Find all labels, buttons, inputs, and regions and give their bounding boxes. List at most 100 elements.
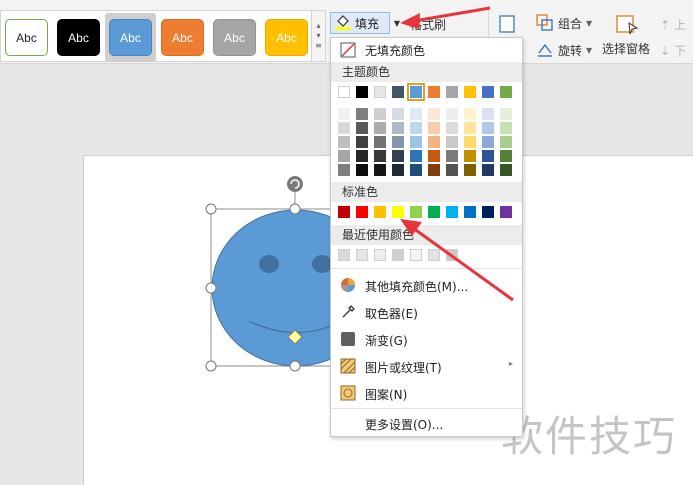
theme-color-swatch[interactable] [428, 86, 440, 98]
theme-shade-swatch[interactable] [410, 150, 422, 162]
theme-shade-swatch[interactable] [356, 164, 368, 176]
rotate-handle[interactable] [287, 176, 303, 192]
theme-shade-swatch[interactable] [500, 136, 512, 148]
theme-shade-swatch[interactable] [482, 122, 494, 134]
theme-shade-swatch[interactable] [356, 122, 368, 134]
theme-shade-swatch[interactable] [428, 122, 440, 134]
recent-color-swatch[interactable] [338, 249, 350, 261]
right-eye [312, 255, 332, 273]
theme-shade-swatch[interactable] [356, 136, 368, 148]
no-fill-icon [340, 42, 356, 58]
theme-shade-swatch[interactable] [482, 150, 494, 162]
theme-shade-swatch[interactable] [464, 150, 476, 162]
resize-handle[interactable] [205, 203, 217, 215]
more-fill-colors-item[interactable]: 其他填充颜色(M)... [331, 274, 522, 296]
theme-color-swatch[interactable] [374, 86, 386, 98]
theme-shade-swatch[interactable] [338, 122, 350, 134]
resize-handle[interactable] [205, 282, 217, 294]
standard-color-swatch[interactable] [482, 206, 494, 218]
theme-color-swatch[interactable] [356, 86, 368, 98]
theme-shade-swatch[interactable] [500, 164, 512, 176]
theme-shade-swatch[interactable] [374, 108, 386, 120]
theme-shade-swatch[interactable] [410, 136, 422, 148]
theme-shade-swatch[interactable] [428, 150, 440, 162]
no-fill-item[interactable]: 无填充颜色 [331, 40, 522, 60]
theme-shade-swatch[interactable] [464, 122, 476, 134]
resize-handle[interactable] [205, 360, 217, 372]
theme-shade-swatch[interactable] [446, 108, 458, 120]
theme-shade-swatch[interactable] [500, 122, 512, 134]
theme-shade-swatch[interactable] [356, 108, 368, 120]
recent-color-swatch[interactable] [446, 249, 458, 261]
more-settings-item[interactable]: 更多设置(O)... [331, 412, 522, 434]
theme-shade-swatch[interactable] [374, 122, 386, 134]
standard-color-swatch[interactable] [446, 206, 458, 218]
theme-shade-swatch[interactable] [410, 164, 422, 176]
theme-shade-swatch[interactable] [392, 164, 404, 176]
theme-color-swatch[interactable] [500, 86, 512, 98]
theme-color-swatch[interactable] [446, 86, 458, 98]
pattern-item[interactable]: 图案(N) [331, 382, 522, 404]
resize-handle[interactable] [289, 203, 301, 215]
theme-shade-swatch[interactable] [428, 164, 440, 176]
picture-texture-item[interactable]: 图片或纹理(T) ▸ [331, 355, 522, 377]
theme-shade-swatch[interactable] [464, 136, 476, 148]
theme-shade-swatch[interactable] [374, 164, 386, 176]
theme-color-swatch[interactable] [482, 86, 494, 98]
standard-color-swatch[interactable] [464, 206, 476, 218]
menu-divider [331, 408, 522, 409]
theme-shade-swatch[interactable] [482, 164, 494, 176]
theme-shade-swatch[interactable] [338, 164, 350, 176]
standard-colors-header: 标准色 [331, 182, 522, 202]
eyedropper-label: 取色器(E) [365, 307, 418, 321]
theme-shade-swatch[interactable] [464, 108, 476, 120]
theme-shade-swatch[interactable] [374, 136, 386, 148]
standard-color-swatch[interactable] [410, 206, 422, 218]
theme-shade-swatch[interactable] [464, 164, 476, 176]
theme-shade-swatch[interactable] [500, 108, 512, 120]
recent-color-swatch[interactable] [410, 249, 422, 261]
recent-color-swatch[interactable] [392, 249, 404, 261]
theme-shade-swatch[interactable] [482, 136, 494, 148]
standard-color-swatch[interactable] [374, 206, 386, 218]
texture-icon [340, 358, 356, 374]
theme-shade-swatch[interactable] [338, 136, 350, 148]
theme-color-swatch[interactable] [338, 86, 350, 98]
theme-shade-swatch[interactable] [374, 150, 386, 162]
theme-shade-swatch[interactable] [500, 150, 512, 162]
standard-color-swatch[interactable] [356, 206, 368, 218]
no-fill-label: 无填充颜色 [365, 44, 426, 58]
recent-color-swatch[interactable] [374, 249, 386, 261]
resize-handle[interactable] [289, 360, 301, 372]
theme-shade-swatch[interactable] [482, 108, 494, 120]
theme-shade-swatch[interactable] [428, 108, 440, 120]
theme-shade-swatch[interactable] [446, 150, 458, 162]
theme-shade-swatch[interactable] [446, 122, 458, 134]
theme-shade-swatch[interactable] [428, 136, 440, 148]
left-eye [259, 255, 279, 273]
theme-color-swatch[interactable] [392, 86, 404, 98]
theme-shade-swatch[interactable] [446, 164, 458, 176]
theme-shade-swatch[interactable] [392, 108, 404, 120]
gradient-item[interactable]: 渐变(G) [331, 328, 522, 350]
theme-shade-swatch[interactable] [392, 150, 404, 162]
theme-shade-swatch[interactable] [392, 122, 404, 134]
eyedropper-item[interactable]: 取色器(E) [331, 301, 522, 323]
theme-shade-swatch[interactable] [338, 150, 350, 162]
recent-color-swatch[interactable] [428, 249, 440, 261]
standard-color-swatch[interactable] [392, 206, 404, 218]
theme-color-swatch[interactable] [464, 86, 476, 98]
standard-color-swatch[interactable] [428, 206, 440, 218]
theme-color-swatch[interactable] [407, 83, 425, 101]
theme-shade-swatch[interactable] [356, 150, 368, 162]
menu-divider [331, 268, 522, 269]
standard-color-swatch[interactable] [500, 206, 512, 218]
theme-colors-header: 主题颜色 [331, 62, 522, 82]
theme-shade-swatch[interactable] [410, 108, 422, 120]
theme-shade-swatch[interactable] [410, 122, 422, 134]
recent-color-swatch[interactable] [356, 249, 368, 261]
theme-shade-swatch[interactable] [446, 136, 458, 148]
standard-color-swatch[interactable] [338, 206, 350, 218]
theme-shade-swatch[interactable] [338, 108, 350, 120]
theme-shade-swatch[interactable] [392, 136, 404, 148]
